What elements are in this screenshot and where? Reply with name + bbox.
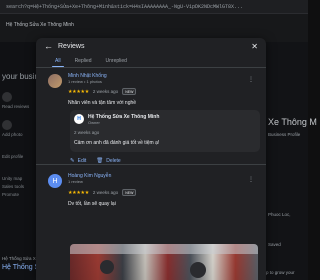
review-time: 2 weeks ago [92, 190, 119, 195]
review-text: Dv tốt, lần sẽ quay lại [68, 201, 116, 207]
background-icon [2, 120, 12, 130]
arrow-left-icon[interactable]: ← [44, 41, 58, 51]
owner-logo: H [74, 114, 84, 124]
background-line: Saved [268, 242, 281, 247]
url-text: search?q=Hệ+Thống+Sửa+Xe+Thông+Minh&stic… [6, 4, 244, 10]
rating-row: ★★★★★ 2 weeks ago NEW [68, 88, 137, 95]
background-item[interactable]: Sales tools [2, 184, 24, 189]
background-business-title: Xe Thông M [268, 117, 317, 127]
star-rating: ★★★★★ [68, 189, 89, 196]
reply-time: 2 weeks ago [74, 130, 100, 135]
reviews-dialog: ← Reviews ✕ All Replied Unreplied Minh N… [36, 38, 266, 280]
dialog-header: ← Reviews ✕ [36, 38, 266, 54]
url-bar[interactable]: search?q=Hệ+Thống+Sửa+Xe+Thông+Minh&stic… [0, 0, 308, 14]
owner-role: Owner [88, 120, 100, 125]
review-item: Minh Nhật Khổng 1 review • 1 photos ⋮ ★★… [36, 68, 266, 168]
dialog-title: Reviews [58, 42, 85, 50]
reply-text: Cảm ơn anh đã đánh giá tốt về tiệm ạ! [74, 140, 160, 146]
background-right-panel: Xe Thông M Business Profile Phuoc Loc, S… [266, 42, 317, 280]
review-photo[interactable] [70, 244, 258, 280]
review-tabs: All Replied Unreplied [36, 54, 266, 68]
background-line: Business Profile [268, 132, 301, 137]
new-badge: NEW [122, 88, 137, 95]
background-item[interactable]: Add photo [2, 132, 23, 137]
photo-detail [100, 260, 114, 274]
photo-ceiling [70, 244, 258, 254]
rating-row: ★★★★★ 2 weeks ago NEW [68, 189, 137, 196]
divider [36, 164, 266, 165]
background-left-panel: your business c Read reviews Add photo E… [0, 42, 58, 280]
background-title: Hệ Thống Sửa Xe Thông Minh [6, 22, 74, 28]
star-rating: ★★★★★ [68, 88, 89, 95]
review-time: 2 weeks ago [92, 89, 119, 94]
background-line: Phuoc Loc, [268, 212, 291, 217]
background-item[interactable]: Read reviews [2, 104, 29, 109]
tab-replied[interactable]: Replied [68, 54, 99, 67]
tab-all[interactable]: All [48, 54, 68, 67]
reviewer-meta: 1 review • 1 photos [68, 79, 102, 84]
photo-detail [190, 262, 206, 278]
close-icon[interactable]: ✕ [251, 42, 258, 51]
more-options-icon[interactable]: ⋮ [248, 76, 254, 83]
background-item[interactable]: Promote [2, 192, 19, 197]
review-text: Nhân viên và tận tâm với nghề [68, 100, 137, 106]
more-options-icon[interactable]: ⋮ [248, 176, 254, 183]
tab-unreplied[interactable]: Unreplied [99, 54, 134, 67]
avatar[interactable] [48, 74, 62, 88]
owner-reply: H Hệ Thống Sửa Xe Thông Minh Owner 2 wee… [70, 110, 260, 152]
background-item[interactable]: Edit profile [2, 154, 23, 159]
new-badge: NEW [122, 189, 137, 196]
background-icon [2, 92, 12, 102]
reviewer-meta: 1 review [68, 179, 83, 184]
avatar[interactable]: H [48, 174, 62, 188]
background-item[interactable]: Unity map [2, 176, 22, 181]
